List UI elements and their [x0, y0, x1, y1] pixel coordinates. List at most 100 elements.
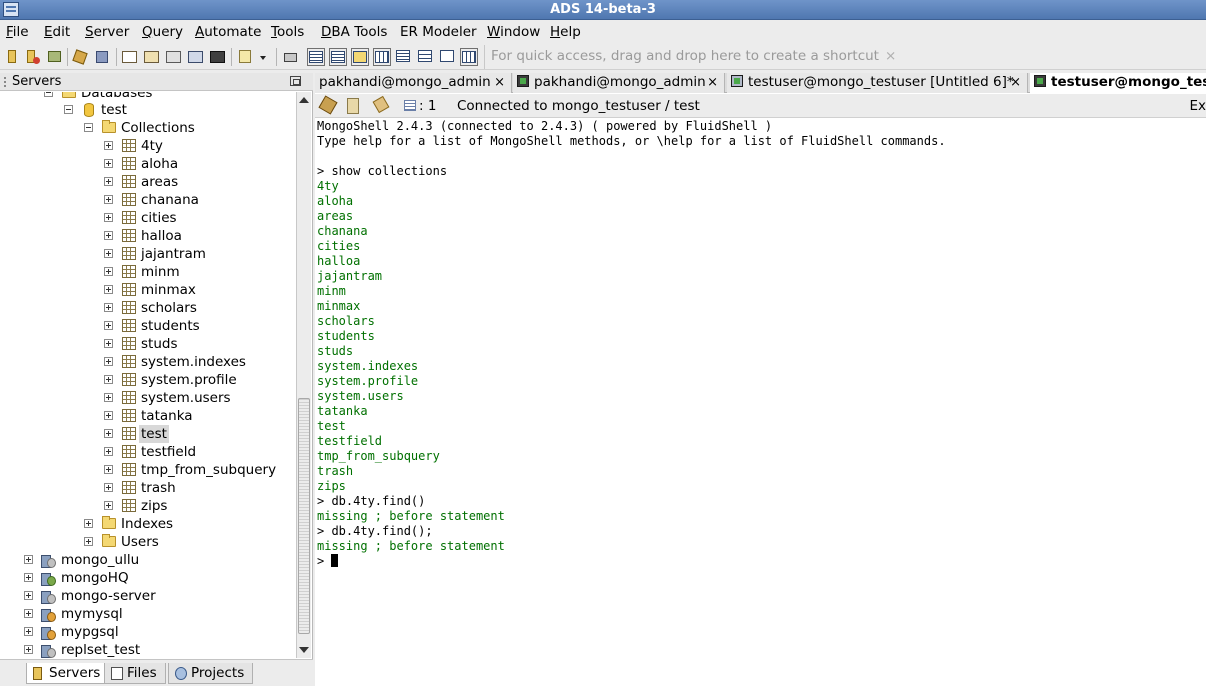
- editor-tab-2[interactable]: pakhandi@mongo_admin ×: [513, 73, 725, 93]
- editor-tab-1[interactable]: pakhandi@mongo_admin ×: [315, 73, 512, 93]
- layout-1-icon[interactable]: [307, 48, 325, 66]
- chevron-down-icon[interactable]: [258, 48, 268, 66]
- layout-3-icon[interactable]: [351, 48, 369, 66]
- menu-query[interactable]: Query: [142, 24, 183, 40]
- expand-icon[interactable]: [84, 519, 93, 528]
- remove-server-icon[interactable]: [24, 48, 42, 66]
- clipboard-icon[interactable]: [347, 98, 359, 114]
- layout-5-icon[interactable]: [395, 48, 413, 66]
- tree-label: replset_test: [61, 642, 141, 658]
- layout-2-icon[interactable]: [329, 48, 347, 66]
- expand-icon[interactable]: [104, 465, 113, 474]
- expand-icon[interactable]: [104, 429, 113, 438]
- expand-icon[interactable]: [104, 339, 113, 348]
- expand-icon[interactable]: [104, 303, 113, 312]
- shell-console[interactable]: MongoShell 2.4.3 (connected to 2.4.3) ( …: [317, 119, 1206, 684]
- menu-server[interactable]: Server: [85, 24, 129, 40]
- collapse-icon[interactable]: [84, 123, 93, 132]
- query-window-icon[interactable]: [121, 48, 139, 66]
- expand-icon[interactable]: [104, 375, 113, 384]
- quick-access-close-icon[interactable]: ×: [885, 48, 896, 64]
- tree-label: zips: [141, 498, 168, 514]
- expand-icon[interactable]: [104, 447, 113, 456]
- shell-toolbar: : 1 Connected to mongo_testuser / test E…: [315, 94, 1206, 118]
- scroll-up-icon[interactable]: [299, 97, 309, 103]
- collection-table-icon: [122, 445, 136, 458]
- execute-icon[interactable]: [318, 95, 338, 115]
- menu-help[interactable]: Help: [550, 24, 581, 40]
- quick-access-bar[interactable]: For quick access, drag and drop here to …: [484, 45, 1206, 69]
- tab-projects[interactable]: Projects: [168, 663, 254, 684]
- expand-icon[interactable]: [104, 231, 113, 240]
- expand-icon[interactable]: [104, 177, 113, 186]
- editor-tab-3[interactable]: testuser@mongo_testuser [Untitled 6]* ×: [727, 73, 1028, 93]
- menu-window[interactable]: Window: [487, 24, 540, 40]
- expand-icon[interactable]: [24, 591, 33, 600]
- expand-icon[interactable]: [104, 267, 113, 276]
- tab-servers[interactable]: Servers: [26, 663, 110, 684]
- expand-icon[interactable]: [104, 141, 113, 150]
- expand-icon[interactable]: [104, 411, 113, 420]
- editor-tab-4-active[interactable]: testuser@mongo_testuser: [1030, 73, 1206, 93]
- expand-icon[interactable]: [104, 249, 113, 258]
- collection-table-icon: [122, 247, 136, 260]
- expand-icon[interactable]: [84, 537, 93, 546]
- sql-debugger-icon[interactable]: [187, 48, 205, 66]
- menu-dba-tools[interactable]: DBA Tools: [321, 24, 387, 40]
- collapse-icon[interactable]: [64, 105, 73, 114]
- scroll-down-icon[interactable]: [299, 647, 309, 653]
- menu-file[interactable]: File: [6, 24, 29, 40]
- folder-icon: [102, 534, 116, 547]
- menu-er-modeler[interactable]: ER Modeler: [400, 24, 477, 40]
- layout-6-icon[interactable]: [417, 48, 435, 66]
- tree-scrollbar[interactable]: [296, 92, 311, 658]
- expand-icon[interactable]: [104, 159, 113, 168]
- script-icon[interactable]: [237, 48, 255, 66]
- expand-icon[interactable]: [104, 483, 113, 492]
- expand-icon[interactable]: [104, 501, 113, 510]
- tree-label: jajantram: [141, 246, 206, 262]
- connect-icon[interactable]: [72, 48, 90, 66]
- disconnect-icon[interactable]: [94, 48, 112, 66]
- export-button-partial[interactable]: Ex: [1189, 98, 1206, 114]
- expand-icon[interactable]: [24, 555, 33, 564]
- query-analyzer-icon[interactable]: [165, 48, 183, 66]
- expand-icon[interactable]: [104, 213, 113, 222]
- tree-label: cities: [141, 210, 177, 226]
- server-properties-icon[interactable]: [46, 48, 64, 66]
- close-icon[interactable]: ×: [494, 73, 505, 92]
- close-icon[interactable]: ×: [1010, 73, 1021, 92]
- tree-label: minmax: [141, 282, 196, 298]
- console-output-line: test: [317, 419, 346, 433]
- menu-tools[interactable]: Tools: [271, 24, 304, 40]
- query-builder-icon[interactable]: [143, 48, 161, 66]
- tree-label: system.indexes: [141, 354, 246, 370]
- restore-icon[interactable]: [290, 76, 301, 86]
- layout-8-icon[interactable]: [460, 48, 478, 66]
- collapse-icon[interactable]: [44, 92, 53, 97]
- expand-icon[interactable]: [24, 573, 33, 582]
- expand-icon[interactable]: [104, 393, 113, 402]
- scrollbar-thumb[interactable]: [298, 398, 310, 634]
- row-indicator-text: : 1: [419, 98, 437, 114]
- monitor-icon[interactable]: [209, 48, 227, 66]
- close-icon[interactable]: ×: [707, 73, 718, 92]
- menu-automate[interactable]: Automate: [195, 24, 261, 40]
- expand-icon[interactable]: [24, 609, 33, 618]
- layout-7-icon[interactable]: [439, 48, 457, 66]
- print-icon[interactable]: [282, 48, 300, 66]
- new-server-icon[interactable]: [4, 48, 22, 66]
- expand-icon[interactable]: [104, 285, 113, 294]
- drag-grip-icon[interactable]: [4, 77, 6, 87]
- expand-icon[interactable]: [24, 645, 33, 654]
- console-output-line: system.users: [317, 389, 404, 403]
- console-prompt-line[interactable]: >: [317, 554, 1206, 569]
- clear-icon[interactable]: [372, 95, 390, 114]
- expand-icon[interactable]: [104, 321, 113, 330]
- tab-files[interactable]: Files: [104, 663, 166, 684]
- expand-icon[interactable]: [104, 195, 113, 204]
- layout-4-icon[interactable]: [373, 48, 391, 66]
- expand-icon[interactable]: [24, 627, 33, 636]
- menu-edit[interactable]: Edit: [44, 24, 70, 40]
- expand-icon[interactable]: [104, 357, 113, 366]
